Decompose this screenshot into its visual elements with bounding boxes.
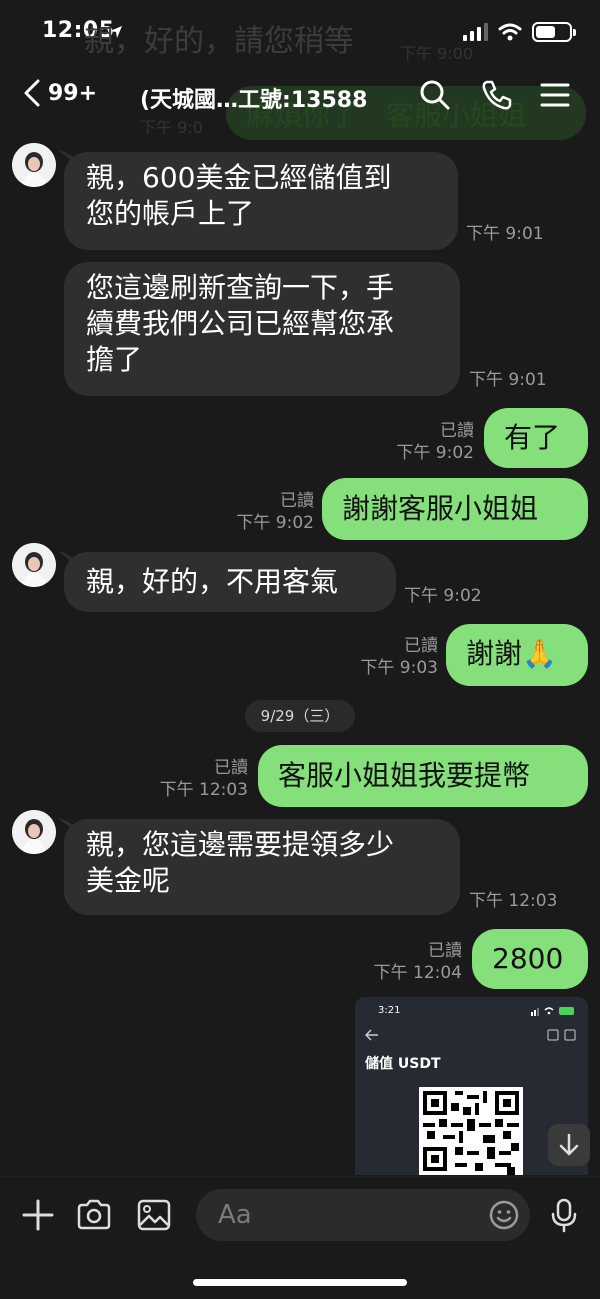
outgoing-message[interactable]: 2800: [472, 929, 588, 989]
message-input[interactable]: Aa: [196, 1189, 530, 1241]
message-time: 下午 9:02: [404, 586, 482, 606]
avatar[interactable]: [12, 543, 56, 587]
chat-header: 99+ (天城國…工號:13588: [0, 68, 600, 126]
image-icon[interactable]: [136, 1197, 172, 1233]
unread-count: 99+: [48, 80, 98, 106]
image-back-arrow-icon: [365, 1029, 378, 1041]
image-status-time: 3:21: [378, 1005, 401, 1016]
message-time: 下午 12:04: [373, 963, 462, 983]
read-receipt: 已讀: [214, 758, 248, 778]
chevron-left-icon: [24, 79, 40, 107]
read-receipt: 已讀: [280, 491, 314, 511]
phone-icon[interactable]: [480, 78, 514, 112]
outgoing-message[interactable]: 有了: [484, 408, 588, 468]
message-time: 下午 12:03: [469, 891, 558, 911]
message-time: 下午 9:02: [236, 513, 314, 533]
incoming-message[interactable]: 親，您這邊需要提領多少 美金呢: [64, 819, 460, 915]
wifi-icon: [498, 23, 522, 41]
incoming-message[interactable]: 親，600美金已經儲值到 您的帳戶上了: [64, 152, 458, 250]
image-status-icons: [531, 1007, 574, 1016]
battery-level: [536, 26, 555, 38]
search-icon[interactable]: [418, 78, 452, 112]
message-time: 下午 12:03: [159, 780, 248, 800]
microphone-icon[interactable]: [546, 1197, 582, 1233]
incoming-message[interactable]: 親，好的，不用客氣: [64, 552, 396, 612]
image-title: 儲值 USDT: [365, 1056, 441, 1072]
read-receipt: 已讀: [440, 421, 474, 441]
avatar[interactable]: [12, 810, 56, 854]
chat-title[interactable]: (天城國…工號:13588: [140, 82, 367, 114]
read-receipt: 已讀: [404, 636, 438, 656]
outgoing-message[interactable]: 謝謝🙏: [446, 624, 588, 686]
arrow-down-icon: [559, 1133, 579, 1156]
incoming-message[interactable]: 您這邊刷新查詢一下，手 續費我們公司已經幫您承 擔了: [64, 262, 460, 396]
background-message-time: 下午 9:00: [400, 44, 474, 63]
message-time: 下午 9:02: [396, 443, 474, 463]
message-time: 下午 9:03: [360, 658, 438, 678]
battery-icon: [532, 22, 576, 42]
message-input-placeholder: Aa: [218, 1200, 252, 1230]
read-receipt: 已讀: [428, 941, 462, 961]
image-help-icon: [547, 1029, 576, 1041]
menu-icon[interactable]: [538, 78, 572, 112]
avatar[interactable]: [12, 143, 56, 187]
input-bar: Aa: [0, 1176, 600, 1299]
background-message-text: 親，好的，請您稍等: [84, 24, 354, 59]
outgoing-message[interactable]: 客服小姐姐我要提幣: [258, 745, 588, 807]
cellular-signal-icon: [463, 23, 488, 41]
outgoing-message[interactable]: 謝謝客服小姐姐: [322, 478, 588, 540]
plus-icon[interactable]: [20, 1197, 56, 1233]
message-time: 下午 9:01: [469, 370, 547, 390]
camera-icon[interactable]: [76, 1197, 112, 1233]
emoji-icon[interactable]: [488, 1199, 520, 1231]
qr-code: [419, 1087, 523, 1175]
back-button[interactable]: 99+: [22, 78, 97, 108]
home-indicator[interactable]: [193, 1279, 407, 1286]
scroll-to-bottom-button[interactable]: [548, 1124, 590, 1166]
message-time: 下午 9:01: [466, 224, 544, 244]
date-separator: 9/29（三）: [245, 700, 355, 732]
